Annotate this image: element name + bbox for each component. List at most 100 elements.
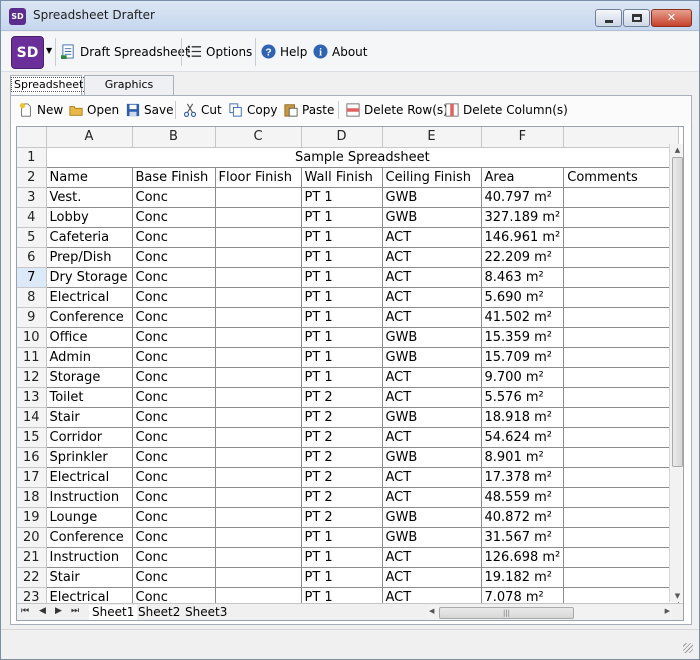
table-cell[interactable] — [215, 467, 302, 488]
scroll-left-icon[interactable]: ◀ — [429, 607, 434, 615]
table-cell[interactable] — [215, 207, 302, 228]
row-header[interactable]: 13 — [17, 387, 47, 408]
table-cell[interactable]: Conc — [132, 547, 216, 568]
table-cell[interactable]: 327.189 m² — [481, 207, 565, 228]
row-header[interactable]: 18 — [17, 487, 47, 508]
table-cell[interactable]: Stair — [46, 407, 133, 428]
table-cell[interactable]: 8.463 m² — [481, 267, 565, 288]
row-header[interactable]: 19 — [17, 507, 47, 528]
table-cell[interactable]: Name — [46, 167, 133, 188]
row-header[interactable]: 11 — [17, 347, 47, 368]
table-cell[interactable] — [215, 507, 302, 528]
table-cell[interactable] — [215, 367, 302, 388]
row-header[interactable]: 22 — [17, 567, 47, 588]
table-cell[interactable]: Conference — [46, 307, 133, 328]
table-cell[interactable]: ACT — [382, 547, 482, 568]
table-cell[interactable] — [215, 227, 302, 248]
select-all-corner[interactable] — [17, 127, 47, 148]
table-cell[interactable]: GWB — [382, 187, 482, 208]
table-cell[interactable]: GWB — [382, 347, 482, 368]
table-cell[interactable]: 31.567 m² — [481, 527, 565, 548]
table-cell[interactable]: 17.378 m² — [481, 467, 565, 488]
table-cell[interactable]: 8.901 m² — [481, 447, 565, 468]
sheet-tab-2[interactable]: Sheet2 — [135, 605, 183, 620]
vertical-scroll-thumb[interactable] — [672, 157, 683, 467]
spreadsheet-title-cell[interactable]: Sample Spreadsheet — [46, 147, 680, 168]
table-cell[interactable]: 15.359 m² — [481, 327, 565, 348]
table-cell[interactable]: Sprinkler — [46, 447, 133, 468]
table-cell[interactable]: Vest. — [46, 187, 133, 208]
table-cell[interactable] — [563, 367, 680, 388]
table-cell[interactable]: GWB — [382, 447, 482, 468]
table-cell[interactable]: Wall Finish — [301, 167, 383, 188]
table-cell[interactable] — [215, 567, 302, 588]
resize-grip-icon[interactable] — [683, 643, 693, 653]
tab-spreadsheet[interactable]: Spreadsheet — [10, 75, 87, 96]
table-cell[interactable]: ACT — [382, 467, 482, 488]
table-cell[interactable]: Conc — [132, 507, 216, 528]
previous-sheet-icon[interactable]: ◀ — [39, 606, 46, 616]
table-cell[interactable]: Corridor — [46, 427, 133, 448]
column-header-g[interactable] — [563, 127, 680, 148]
row-header[interactable]: 1 — [17, 147, 47, 168]
close-button[interactable]: ✕ — [651, 9, 692, 27]
row-header[interactable]: 21 — [17, 547, 47, 568]
table-cell[interactable]: Office — [46, 327, 133, 348]
table-cell[interactable]: Lobby — [46, 207, 133, 228]
table-cell[interactable]: 40.797 m² — [481, 187, 565, 208]
table-cell[interactable]: PT 1 — [301, 207, 383, 228]
row-header[interactable]: 7 — [17, 267, 47, 288]
table-cell[interactable]: Instruction — [46, 547, 133, 568]
table-cell[interactable]: Conc — [132, 427, 216, 448]
row-header[interactable]: 12 — [17, 367, 47, 388]
table-cell[interactable] — [563, 227, 680, 248]
table-cell[interactable] — [563, 487, 680, 508]
table-cell[interactable]: PT 1 — [301, 307, 383, 328]
table-cell[interactable]: PT 1 — [301, 527, 383, 548]
table-cell[interactable]: 54.624 m² — [481, 427, 565, 448]
table-cell[interactable] — [563, 567, 680, 588]
table-cell[interactable]: GWB — [382, 527, 482, 548]
table-cell[interactable] — [563, 287, 680, 308]
table-cell[interactable] — [563, 247, 680, 268]
row-header[interactable]: 5 — [17, 227, 47, 248]
table-cell[interactable] — [215, 347, 302, 368]
table-cell[interactable]: ACT — [382, 427, 482, 448]
table-cell[interactable]: Floor Finish — [215, 167, 302, 188]
column-header-f[interactable]: F — [481, 127, 565, 148]
table-cell[interactable]: 41.502 m² — [481, 307, 565, 328]
table-cell[interactable]: GWB — [382, 407, 482, 428]
table-cell[interactable]: Admin — [46, 347, 133, 368]
table-cell[interactable] — [563, 427, 680, 448]
table-cell[interactable] — [563, 527, 680, 548]
table-cell[interactable]: Conc — [132, 447, 216, 468]
table-cell[interactable]: Conc — [132, 187, 216, 208]
table-cell[interactable]: Stair — [46, 567, 133, 588]
row-header[interactable]: 8 — [17, 287, 47, 308]
table-cell[interactable] — [563, 547, 680, 568]
app-menu-button[interactable]: SD — [11, 36, 44, 69]
row-header[interactable]: 10 — [17, 327, 47, 348]
table-cell[interactable] — [215, 287, 302, 308]
table-cell[interactable]: PT 2 — [301, 387, 383, 408]
table-cell[interactable]: Conc — [132, 327, 216, 348]
table-cell[interactable]: Conc — [132, 247, 216, 268]
table-cell[interactable]: 9.700 m² — [481, 367, 565, 388]
table-cell[interactable]: PT 2 — [301, 507, 383, 528]
table-cell[interactable]: 19.182 m² — [481, 567, 565, 588]
table-cell[interactable]: Electrical — [46, 467, 133, 488]
table-cell[interactable] — [215, 187, 302, 208]
scroll-right-icon[interactable]: ▶ — [665, 607, 670, 615]
table-cell[interactable]: PT 1 — [301, 367, 383, 388]
column-header-a[interactable]: A — [46, 127, 133, 148]
table-cell[interactable] — [563, 507, 680, 528]
table-cell[interactable]: Conc — [132, 567, 216, 588]
table-cell[interactable]: Conc — [132, 207, 216, 228]
table-cell[interactable]: 126.698 m² — [481, 547, 565, 568]
table-cell[interactable]: PT 2 — [301, 487, 383, 508]
column-header-c[interactable]: C — [215, 127, 302, 148]
table-cell[interactable]: 22.209 m² — [481, 247, 565, 268]
row-header[interactable]: 9 — [17, 307, 47, 328]
table-cell[interactable]: Conc — [132, 227, 216, 248]
row-header[interactable]: 6 — [17, 247, 47, 268]
